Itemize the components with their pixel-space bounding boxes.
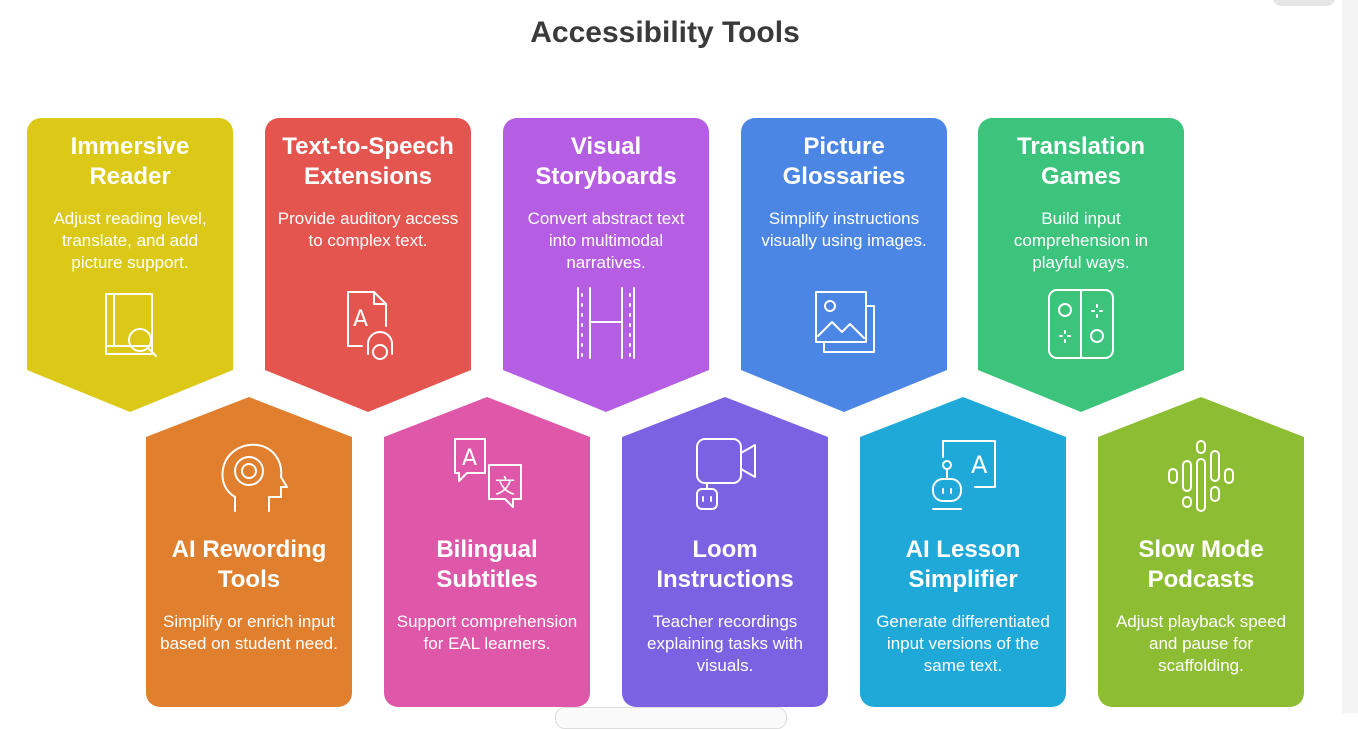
audio-waveform-icon [1168,440,1234,512]
card-ai-rewording-tools: AI Rewording Tools Simplify or enrich in… [146,397,352,707]
card-description: Generate differentiated input versions o… [876,612,1050,675]
card-description: Provide auditory access to complex text. [277,209,459,250]
card-description: Convert abstract text into multimodal na… [527,209,685,272]
svg-text:文: 文 [495,474,515,498]
picture-stack-icon [815,291,875,353]
card-title: Picture Glossaries [782,133,906,190]
card-title: Loom Instructions [656,536,794,593]
bottom-control-pill[interactable] [555,707,787,729]
card-title: Immersive Reader [70,133,190,190]
card-title: Translation Games [1016,133,1146,190]
card-slow-mode-podcasts: Slow Mode Podcasts Adjust playback speed… [1098,397,1304,707]
card-title: Slow Mode Podcasts [1138,536,1264,593]
svg-text:A: A [971,451,988,479]
page-title: Accessibility Tools [530,16,800,49]
card-ai-lesson-simplifier: A AI Lesson Simplifier Generate differen… [860,397,1066,707]
card-title: Visual Storyboards [535,133,677,190]
scrollbar[interactable] [1342,0,1358,713]
card-title: AI Lesson Simplifier [905,536,1021,593]
video-camera-robot-icon [696,438,756,510]
card-description: Adjust reading level, translate, and add… [53,209,207,272]
card-immersive-reader: Immersive Reader Adjust reading level, t… [27,118,233,412]
book-search-icon [105,293,157,357]
card-bilingual-subtitles: A 文 Bilingual Subtitles Support comprehe… [384,397,590,707]
card-description: Simplify instructions visually using ima… [761,209,927,250]
card-visual-storyboards: Visual Storyboards Convert abstract text… [503,118,709,412]
card-description: Adjust playback speed and pause for scaf… [1115,612,1287,675]
card-title: AI Rewording Tools [171,536,327,593]
robot-whiteboard-icon: A [932,440,996,510]
card-loom-instructions: Loom Instructions Teacher recordings exp… [622,397,828,707]
window-corner-tab [1272,0,1336,6]
game-controller-icon [1048,289,1114,359]
card-description: Teacher recordings explaining tasks with… [647,612,803,675]
card-picture-glossaries: Picture Glossaries Simplify instructions… [741,118,947,412]
svg-text:A: A [353,307,368,332]
card-description: Support comprehension for EAL learners. [396,612,578,653]
card-title: Bilingual Subtitles [436,536,538,593]
translate-bubbles-icon: A 文 [454,438,522,508]
card-translation-games: Translation Games Build input comprehens… [978,118,1184,412]
head-gear-icon [221,443,288,512]
card-title: Text-to-Speech Extensions [282,133,454,190]
card-text-to-speech: Text-to-Speech Extensions Provide audito… [265,118,471,412]
card-description: Simplify or enrich input based on studen… [160,612,338,653]
film-strip-icon [577,287,635,359]
svg-text:A: A [462,446,477,471]
card-description: Build input comprehension in playful way… [1013,209,1149,272]
document-headphones-icon: A [347,291,393,360]
